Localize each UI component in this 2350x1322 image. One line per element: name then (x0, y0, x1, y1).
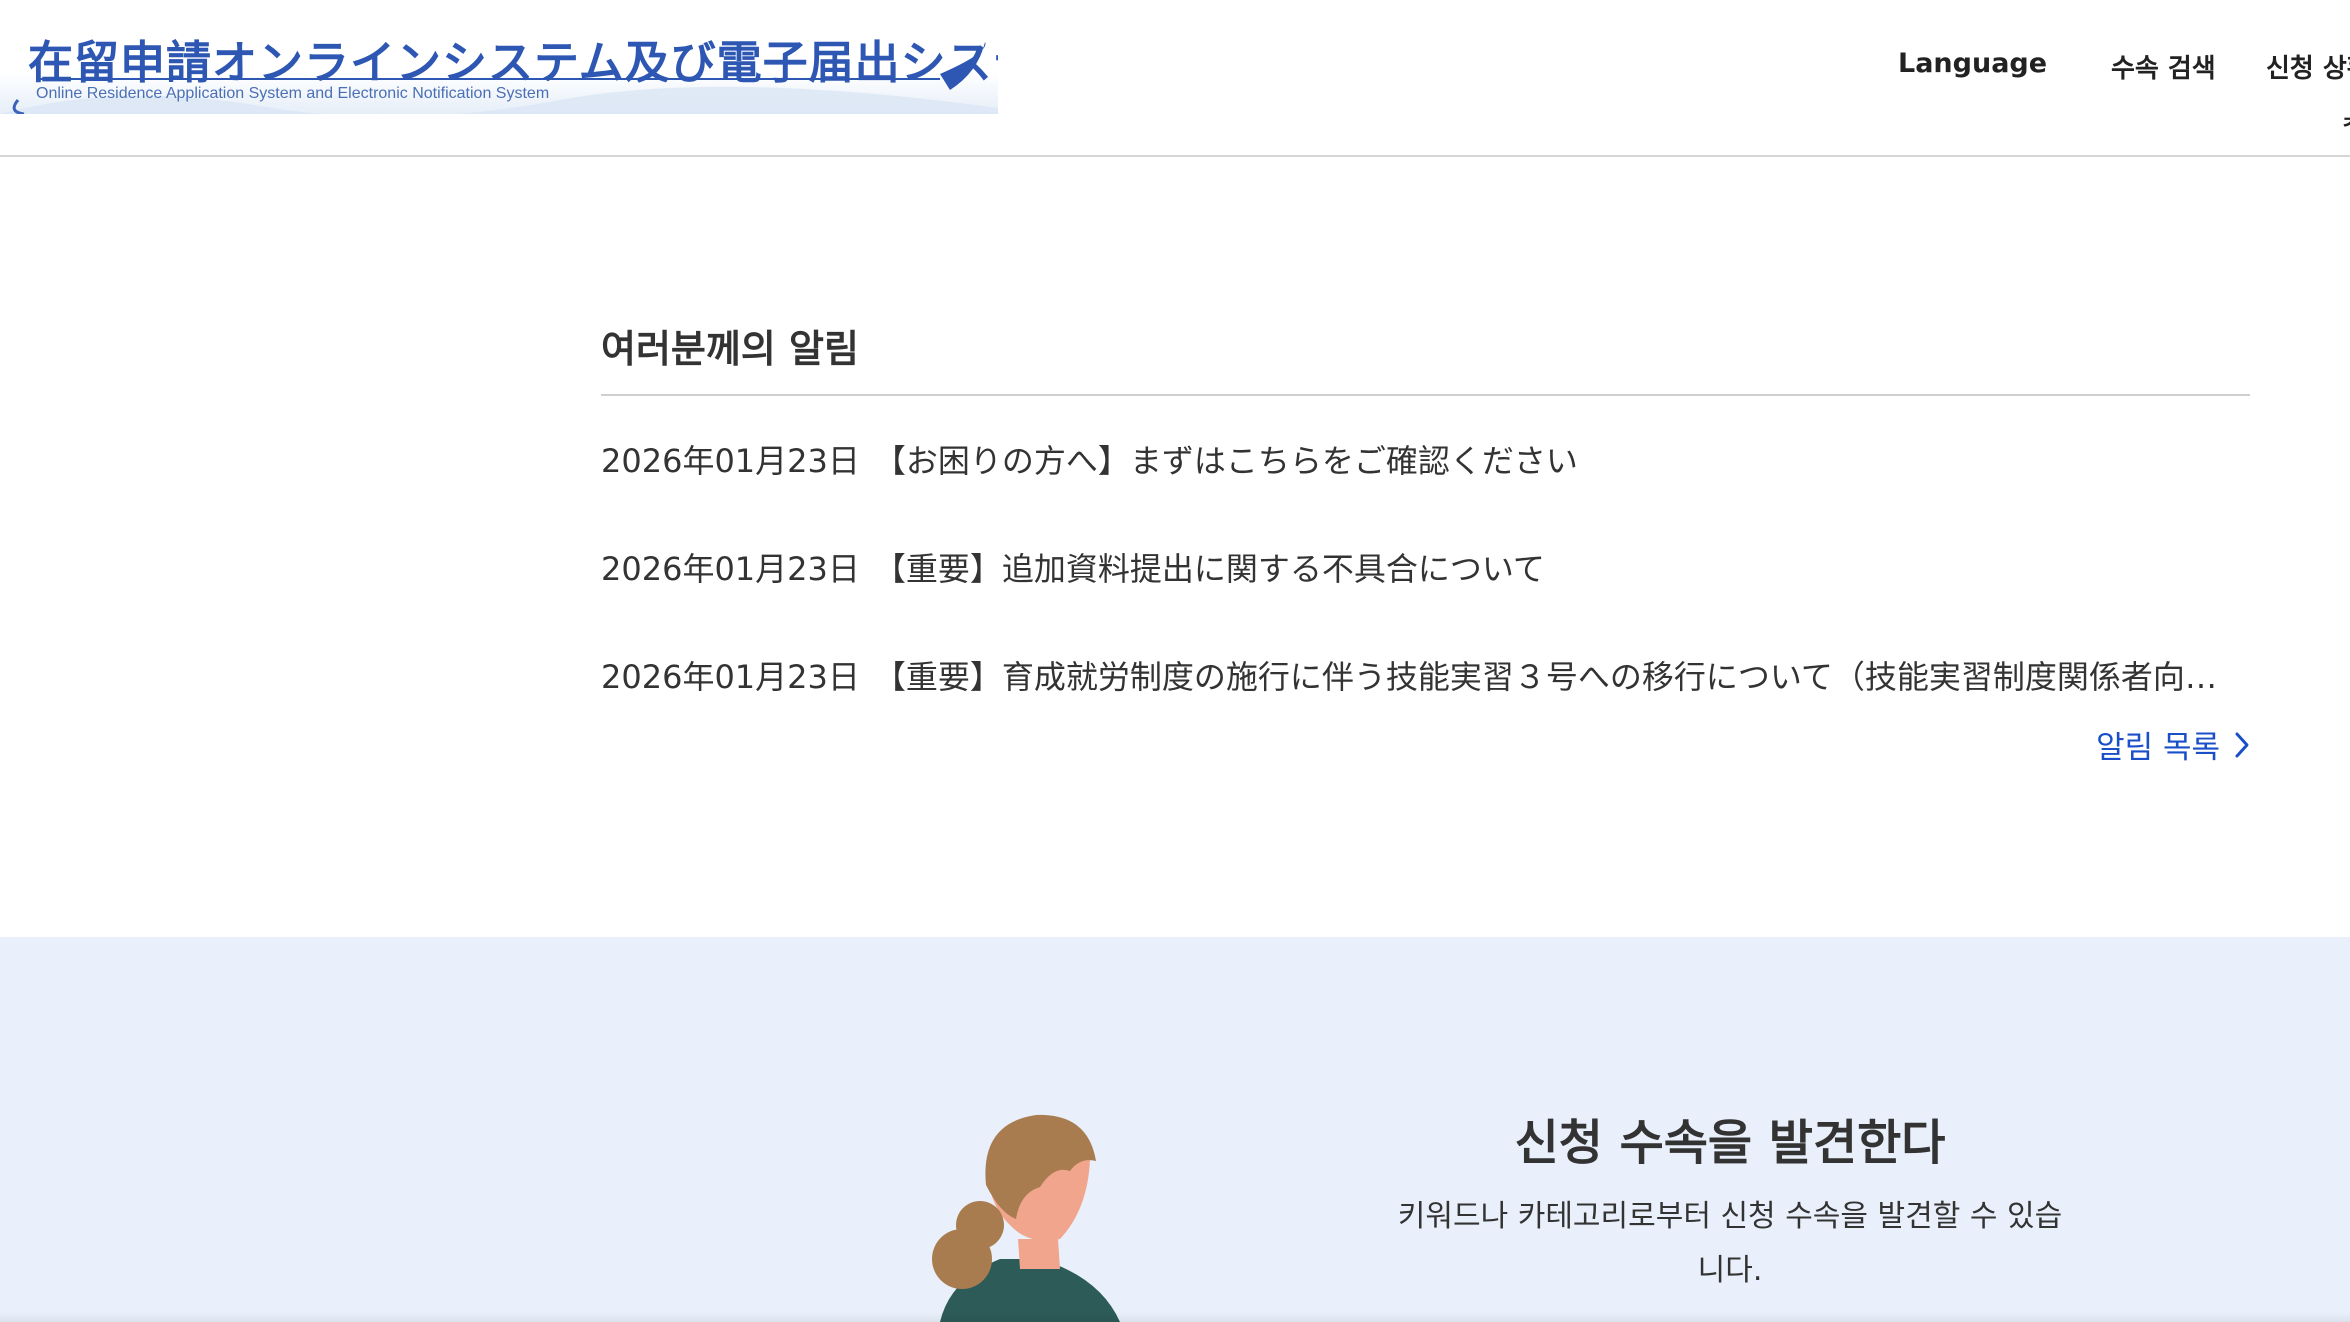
notice-item[interactable]: 2026年01月23日 【お困りの方へ】まずはこちらをご確認ください (601, 406, 2225, 514)
notice-item[interactable]: 2026年01月23日 【重要】追加資料提出に関する不具合について (601, 514, 2225, 622)
logo-title: 在留申請オンラインシステム及び電子届出システム (28, 36, 998, 89)
section-divider-shadow (0, 1312, 2350, 1322)
notices-title: 여러분께의 알림 (601, 318, 2250, 396)
site-header: 在留申請オンラインシステム及び電子届出システム Online Residence… (0, 0, 2350, 157)
notice-date: 2026年01月23日 (601, 550, 860, 588)
find-procedure-title: 신청 수속을 발견한다 (1514, 1115, 1946, 1171)
nav-language[interactable]: Language (1898, 48, 2047, 79)
woman-illustration-icon (932, 1114, 1120, 1322)
notice-list: 2026年01月23日 【お困りの方へ】まずはこちらをご確認ください 2026年0… (601, 406, 2250, 730)
nav-overflow-text: ᄌ (2342, 110, 2350, 142)
notice-list-link[interactable]: 알림 목록 (2096, 722, 2250, 767)
find-procedure-section: 신청 수속을 발견한다 키워드나 카테고리로부터 신청 수속을 발견할 수 있습… (0, 937, 2350, 1322)
notice-date: 2026年01月23日 (601, 442, 860, 480)
site-logo[interactable]: 在留申請オンラインシステム及び電子届出システム Online Residence… (0, 22, 998, 114)
notice-item[interactable]: 2026年01月23日 【重要】育成就労制度の施行に伴う技能実習３号への移行につい… (601, 622, 2225, 730)
notice-text: 【重要】追加資料提出に関する不具合について (873, 550, 1545, 588)
notices-section: 여러분께의 알림 2026年01月23日 【お困りの方へ】まずはこちらをご確認くだ… (601, 318, 2250, 766)
nav-application-status[interactable]: 신청 상황 (2266, 48, 2350, 85)
find-procedure-description: 키워드나 카테고리로부터 신청 수속을 발견할 수 있습니다. (1397, 1199, 2063, 1288)
notice-text: 【お困りの方へ】まずはこちらをご確認ください (873, 442, 1578, 480)
notice-date: 2026年01月23日 (601, 658, 860, 696)
chevron-right-icon (2235, 732, 2249, 757)
nav-procedure-search[interactable]: 수속 검색 (2111, 48, 2216, 85)
notice-text: 【重要】育成就労制度の施行に伴う技能実習３号への移行について（技能実習制度関係者… (873, 658, 2225, 696)
logo-subtitle: Online Residence Application System and … (36, 85, 550, 102)
notice-list-link-label: 알림 목록 (2096, 730, 2220, 766)
